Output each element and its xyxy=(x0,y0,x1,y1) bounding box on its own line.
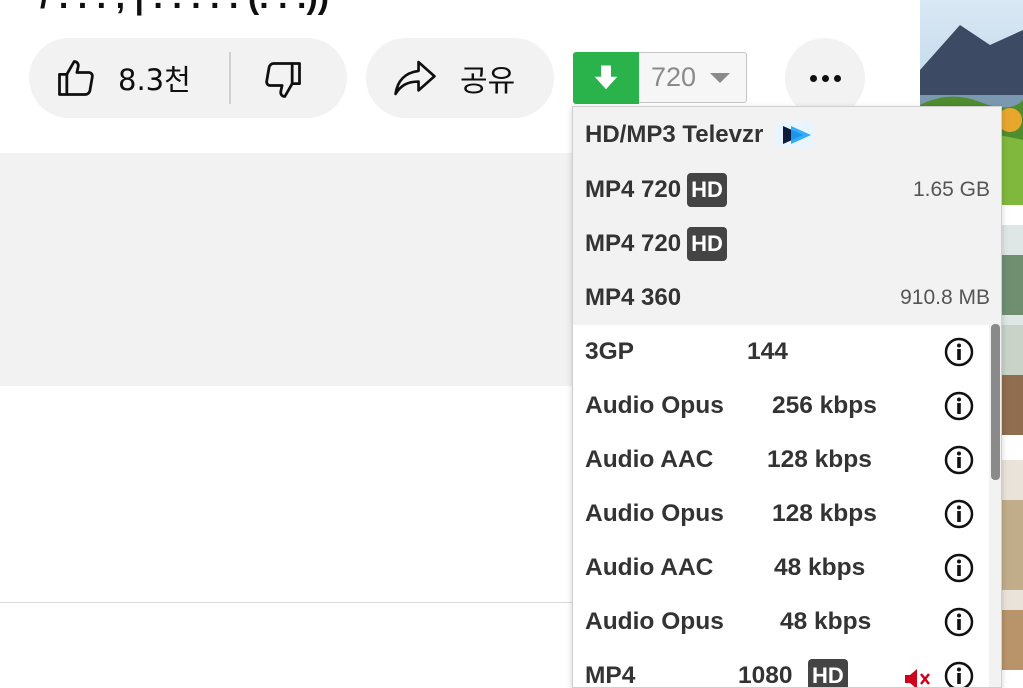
download-arrow-icon xyxy=(594,65,618,90)
format-label: Audio Opus xyxy=(585,392,724,419)
hd-badge: HD xyxy=(687,227,727,261)
quality-label: 128 kbps xyxy=(772,500,877,527)
format-label: MP4 720 xyxy=(585,176,682,203)
video-title: / . . . , | . . . . . (. . .)) xyxy=(40,0,329,17)
format-label: MP4 720 xyxy=(585,230,682,257)
hd-badge: HD xyxy=(687,173,727,207)
related-video-thumbnail[interactable] xyxy=(1000,225,1023,435)
menu-top-section: HD/MP3 Televzr MP4 720 HD 1.65 GB MP4 72… xyxy=(573,107,1001,325)
info-icon[interactable] xyxy=(944,607,974,637)
info-icon[interactable] xyxy=(944,391,974,421)
scrollbar-thumb[interactable] xyxy=(991,324,1000,480)
share-label: 공유 xyxy=(460,64,516,99)
like-dislike-group: 8.3천 xyxy=(29,38,347,118)
televzr-logo-icon xyxy=(776,122,815,148)
chevron-down-icon xyxy=(710,72,731,83)
file-size: 1.65 GB xyxy=(912,178,990,201)
format-label: Audio Opus xyxy=(585,608,724,635)
separator xyxy=(0,602,573,603)
format-label: Audio AAC xyxy=(585,446,714,473)
format-label: MP4 360 xyxy=(585,284,682,311)
format-item-audio-opus-256[interactable]: Audio Opus 256 kbps xyxy=(573,379,1001,433)
info-icon[interactable] xyxy=(944,337,974,367)
format-label: MP4 xyxy=(585,662,636,688)
hd-badge: HD xyxy=(808,659,848,687)
format-item-mp4-720[interactable]: MP4 720 HD 1.65 GB xyxy=(573,163,1001,217)
quality-select[interactable]: 720 xyxy=(639,52,747,103)
description-panel xyxy=(0,153,573,386)
like-count: 8.3천 xyxy=(118,63,191,97)
format-label: 3GP xyxy=(585,338,635,365)
format-item-mp4-720[interactable]: MP4 720 HD xyxy=(573,217,1001,271)
quality-label: 256 kbps xyxy=(772,392,877,419)
format-item-3gp[interactable]: 3GP 144 xyxy=(573,325,1001,379)
download-format-menu: HD/MP3 Televzr MP4 720 HD 1.65 GB MP4 72… xyxy=(572,106,1002,688)
quality-label: 48 kbps xyxy=(780,608,872,635)
divider xyxy=(229,52,231,104)
format-item-mp4-360[interactable]: MP4 360 910.8 MB xyxy=(573,271,1001,325)
file-size: 910.8 MB xyxy=(900,286,990,309)
quality-label: 128 kbps xyxy=(767,446,872,473)
televzr-item[interactable]: HD/MP3 Televzr xyxy=(573,107,1001,163)
quality-value: 720 xyxy=(651,62,697,92)
format-item-audio-opus-128[interactable]: Audio Opus 128 kbps xyxy=(573,487,1001,541)
quality-label: 1080 xyxy=(738,662,793,688)
share-icon xyxy=(394,60,436,96)
info-icon[interactable] xyxy=(944,499,974,529)
download-button[interactable] xyxy=(573,52,639,104)
dislike-button[interactable] xyxy=(261,58,305,102)
muted-audio-icon xyxy=(905,669,930,687)
like-button[interactable]: 8.3천 xyxy=(29,38,191,118)
quality-label: 48 kbps xyxy=(774,554,866,581)
format-item-audio-aac-128[interactable]: Audio AAC 128 kbps xyxy=(573,433,1001,487)
format-label: Audio AAC xyxy=(585,554,714,581)
thumb-up-icon xyxy=(58,60,94,96)
info-icon[interactable] xyxy=(944,553,974,583)
related-video-thumbnail[interactable] xyxy=(1000,460,1023,670)
info-icon[interactable] xyxy=(944,445,974,475)
share-button[interactable]: 공유 xyxy=(366,38,554,118)
thumb-down-icon xyxy=(265,62,301,98)
more-dots-icon xyxy=(809,74,841,82)
televzr-label: HD/MP3 Televzr xyxy=(585,121,764,148)
format-label: Audio Opus xyxy=(585,500,724,527)
format-item-audio-aac-48[interactable]: Audio AAC 48 kbps xyxy=(573,541,1001,595)
info-icon[interactable] xyxy=(944,661,974,688)
format-item-audio-opus-48[interactable]: Audio Opus 48 kbps xyxy=(573,595,1001,649)
quality-label: 144 xyxy=(747,338,788,365)
format-item-mp4-1080[interactable]: MP4 1080 HD xyxy=(573,649,1001,688)
